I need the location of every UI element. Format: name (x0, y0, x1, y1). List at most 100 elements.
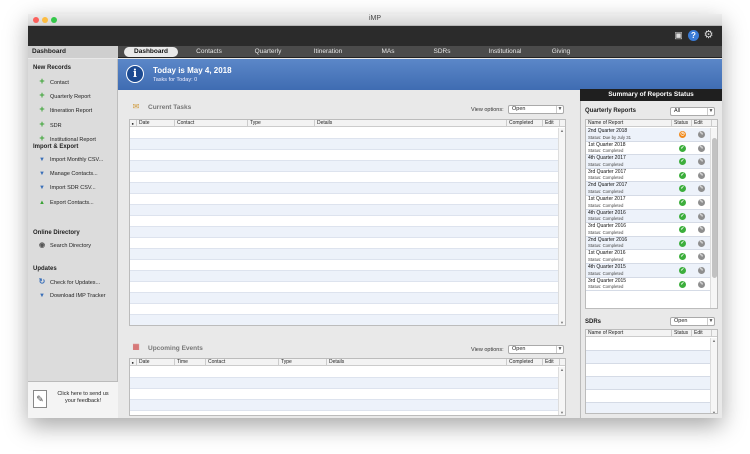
table-row[interactable] (130, 389, 558, 400)
report-row[interactable]: 3rd Quarter 2016 Status: Completed ✓ ✎ (586, 223, 712, 237)
scroll-up-icon[interactable]: ▲ (559, 367, 565, 372)
report-row[interactable]: 4th Quarter 2016 Status: Completed ✓ ✎ (586, 209, 712, 224)
sidebar-item-search-directory[interactable]: ◉ Search Directory (38, 241, 91, 251)
table-row[interactable] (130, 227, 558, 238)
report-row[interactable]: 4th Quarter 2015 Status: Completed ✓ ✎ (586, 264, 712, 278)
events-col-date[interactable]: Date (137, 359, 175, 366)
table-row[interactable] (586, 351, 712, 364)
sdrs-col-edit[interactable]: Edit (692, 330, 712, 337)
tab-itineration[interactable]: Itineration (298, 47, 358, 57)
sidebar-item-contact[interactable]: + Contact (38, 76, 69, 86)
sidebar-item-import-monthly-csv[interactable]: ▼ Import Monthly CSV... (38, 155, 103, 165)
report-row[interactable]: 2nd Quarter 2017 Status: Completed ✓ ✎ (586, 182, 712, 196)
quarterly-col-status[interactable]: Status (672, 120, 692, 127)
table-row[interactable] (130, 304, 558, 315)
sidebar-item-sdr[interactable]: + SDR (38, 119, 61, 129)
scroll-up-icon[interactable]: ▲ (559, 128, 565, 133)
sidebar-item-export-contacts[interactable]: ▲ Export Contacts... (38, 198, 94, 208)
tasks-scrollbar[interactable]: ▲ ▼ (558, 128, 565, 325)
table-row[interactable] (130, 194, 558, 205)
table-row[interactable] (130, 139, 558, 150)
sidebar-item-quarterly-report[interactable]: + Quarterly Report (38, 90, 90, 100)
tasks-col-type[interactable]: Type (248, 120, 315, 127)
table-row[interactable] (130, 238, 558, 249)
quarterly-col-edit[interactable]: Edit (692, 120, 712, 127)
sort-dot-icon[interactable]: ● (130, 359, 137, 366)
edit-pencil-icon[interactable]: ✎ (698, 253, 705, 261)
table-row[interactable] (130, 172, 558, 183)
scroll-down-icon[interactable]: ▼ (711, 410, 717, 413)
tab-giving[interactable]: Giving (538, 47, 584, 57)
edit-pencil-icon[interactable]: ✎ (698, 131, 705, 138)
sdrs-col-status[interactable]: Status (672, 330, 692, 337)
tab-mas[interactable]: MAs (366, 47, 410, 57)
tasks-col-date[interactable]: Date (137, 120, 175, 127)
sidebar-item-manage-contacts[interactable]: ▼ Manage Contacts... (38, 169, 98, 179)
gear-icon[interactable]: ⚙ (703, 30, 714, 41)
table-row[interactable] (130, 249, 558, 260)
tab-sdrs[interactable]: SDRs (419, 47, 465, 57)
sort-dot-icon[interactable]: ● (130, 120, 137, 127)
tasks-col-edit[interactable]: Edit (543, 120, 560, 127)
events-scrollbar[interactable]: ▲ ▼ (558, 367, 565, 415)
events-col-time[interactable]: Time (175, 359, 206, 366)
report-row[interactable]: 1st Quarter 2017 Status: Completed ✓ ✎ (586, 196, 712, 210)
table-row[interactable] (130, 367, 558, 378)
edit-pencil-icon[interactable]: ✎ (698, 158, 705, 166)
events-col-type[interactable]: Type (279, 359, 327, 366)
sidebar-item-download-imp-tracker[interactable]: ▼ Download IMP Tracker (38, 291, 106, 301)
report-row[interactable]: 1st Quarter 2016 Status: Completed ✓ ✎ (586, 250, 712, 264)
table-row[interactable] (130, 411, 558, 415)
tab-contacts[interactable]: Contacts (181, 47, 237, 57)
table-row[interactable] (130, 205, 558, 216)
table-row[interactable] (586, 364, 712, 377)
sdrs-scrollbar[interactable]: ▲ ▼ (710, 338, 717, 413)
table-row[interactable] (130, 216, 558, 227)
sdrs-filter-select[interactable]: Open ▼ (670, 317, 715, 326)
quarterly-filter-select[interactable]: All ▼ (670, 107, 715, 116)
edit-pencil-icon[interactable]: ✎ (698, 267, 705, 274)
table-row[interactable] (130, 150, 558, 161)
sidebar-item-institutional-report[interactable]: + Institutional Report (38, 133, 96, 143)
scroll-down-icon[interactable]: ▼ (559, 410, 565, 415)
scroll-thumb[interactable] (712, 138, 717, 278)
edit-pencil-icon[interactable]: ✎ (698, 144, 705, 152)
report-row[interactable]: 3rd Quarter 2015 Status: Completed ✓ ✎ (586, 278, 712, 292)
events-col-details[interactable]: Details (327, 359, 507, 366)
scroll-up-icon[interactable]: ▲ (711, 338, 717, 343)
table-row[interactable] (586, 390, 712, 403)
events-view-options-select[interactable]: Open ▼ (508, 345, 564, 354)
events-col-edit[interactable]: Edit (543, 359, 560, 366)
report-row[interactable]: 2nd Quarter 2018 Status: Due by July 31 ◷ ✎ (586, 128, 712, 142)
edit-pencil-icon[interactable]: ✎ (698, 226, 705, 234)
tab-dashboard[interactable]: Dashboard (124, 47, 178, 57)
edit-pencil-icon[interactable]: ✎ (698, 280, 705, 288)
report-row[interactable]: 1st Quarter 2018 Status: Completed ✓ ✎ (586, 142, 712, 156)
table-row[interactable] (130, 161, 558, 172)
feedback-button[interactable]: ✎ Click here to send us your feedback! (28, 381, 118, 418)
tasks-col-details[interactable]: Details (315, 120, 507, 127)
sdrs-col-name-of-report[interactable]: Name of Report (586, 330, 672, 337)
table-row[interactable] (586, 403, 712, 413)
edit-pencil-icon[interactable]: ✎ (698, 185, 705, 193)
sidebar-item-itineration-report[interactable]: + Itineration Report (38, 104, 92, 114)
table-row[interactable] (130, 400, 558, 411)
table-row[interactable] (130, 260, 558, 271)
quarterly-scrollbar[interactable] (710, 128, 717, 308)
scroll-down-icon[interactable]: ▼ (559, 320, 565, 325)
tab-quarterly[interactable]: Quarterly (240, 47, 296, 57)
edit-pencil-icon[interactable]: ✎ (698, 171, 705, 179)
report-row[interactable]: 2nd Quarter 2016 Status: Completed ✓ ✎ (586, 236, 712, 251)
tasks-col-contact[interactable]: Contact (175, 120, 248, 127)
events-col-completed[interactable]: Completed (507, 359, 543, 366)
table-row[interactable] (130, 183, 558, 194)
sidebar-item-import-sdr-csv[interactable]: ▼ Import SDR CSV... (38, 183, 96, 193)
edit-pencil-icon[interactable]: ✎ (698, 239, 705, 247)
table-row[interactable] (586, 377, 712, 390)
tasks-view-options-select[interactable]: Open ▼ (508, 105, 564, 114)
table-row[interactable] (586, 338, 712, 351)
events-col-contact[interactable]: Contact (206, 359, 279, 366)
sidebar-item-check-for-updates[interactable]: ↻ Check for Updates... (38, 277, 101, 287)
table-row[interactable] (130, 315, 558, 325)
tab-institutional[interactable]: Institutional (476, 47, 534, 57)
